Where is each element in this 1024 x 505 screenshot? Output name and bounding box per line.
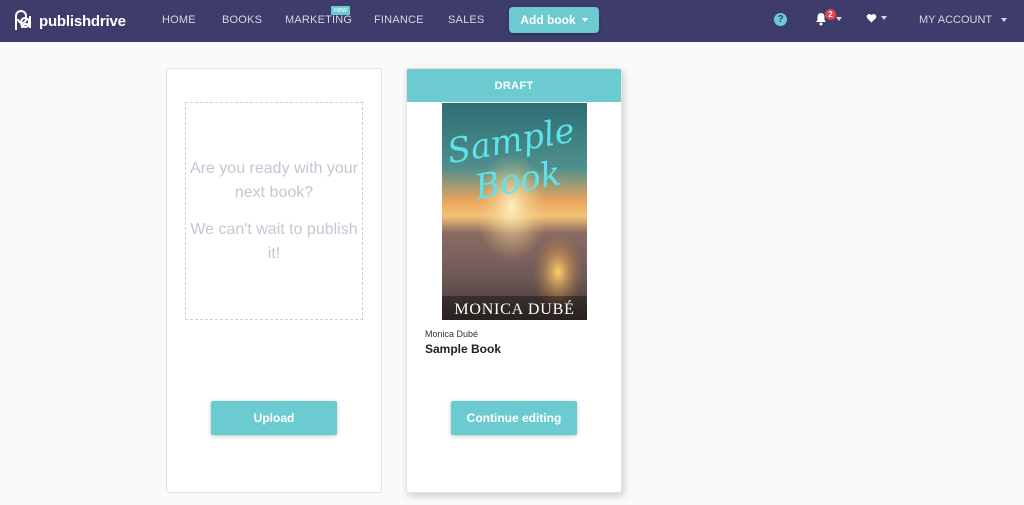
top-navbar: publishdrive HOME BOOKS MARKETING new FI… (0, 0, 1024, 42)
my-account-menu[interactable]: MY ACCOUNT (919, 14, 1008, 26)
my-account-label: MY ACCOUNT (919, 14, 992, 26)
chevron-down-icon (836, 17, 842, 21)
heart-icon (866, 14, 877, 23)
chevron-down-icon (581, 18, 588, 22)
dropzone-prompt-line1: Are you ready with your next book? (189, 159, 359, 201)
book-cover[interactable]: Sample Book MONICA DUBÉ (442, 103, 587, 320)
nav-sales[interactable]: SALES (448, 14, 484, 26)
upload-dropzone[interactable]: Are you ready with your next book? We ca… (185, 102, 363, 320)
add-book-button[interactable]: Add book (509, 7, 599, 33)
new-book-card: Are you ready with your next book? We ca… (166, 68, 382, 493)
nav-marketing[interactable]: MARKETING (285, 14, 352, 26)
help-icon[interactable]: ? (774, 13, 787, 26)
upload-button[interactable]: Upload (211, 401, 337, 435)
cover-author: MONICA DUBÉ (454, 301, 575, 318)
nav-finance[interactable]: FINANCE (374, 14, 424, 26)
dropzone-prompt-line2: We can't wait to publish it! (190, 220, 358, 262)
draft-book-card: DRAFT Sample Book MONICA DUBÉ Monica Dub… (406, 68, 622, 493)
book-author: Monica Dubé (425, 329, 479, 339)
nav-home[interactable]: HOME (162, 14, 196, 26)
draft-status-badge: DRAFT (407, 69, 621, 102)
brand-name: publishdrive (39, 12, 126, 30)
book-title[interactable]: Sample Book (425, 342, 501, 356)
publishdrive-logo-icon (15, 10, 31, 30)
continue-editing-button[interactable]: Continue editing (451, 401, 577, 435)
chevron-down-icon (1001, 18, 1008, 23)
chevron-down-icon (881, 16, 887, 20)
notification-count-badge: 2 (825, 9, 836, 20)
new-badge: new (331, 6, 350, 15)
nav-books[interactable]: BOOKS (222, 14, 262, 26)
favorites-menu[interactable] (866, 13, 887, 23)
brand-logo[interactable]: publishdrive (12, 8, 126, 34)
add-book-label: Add book (520, 13, 576, 27)
